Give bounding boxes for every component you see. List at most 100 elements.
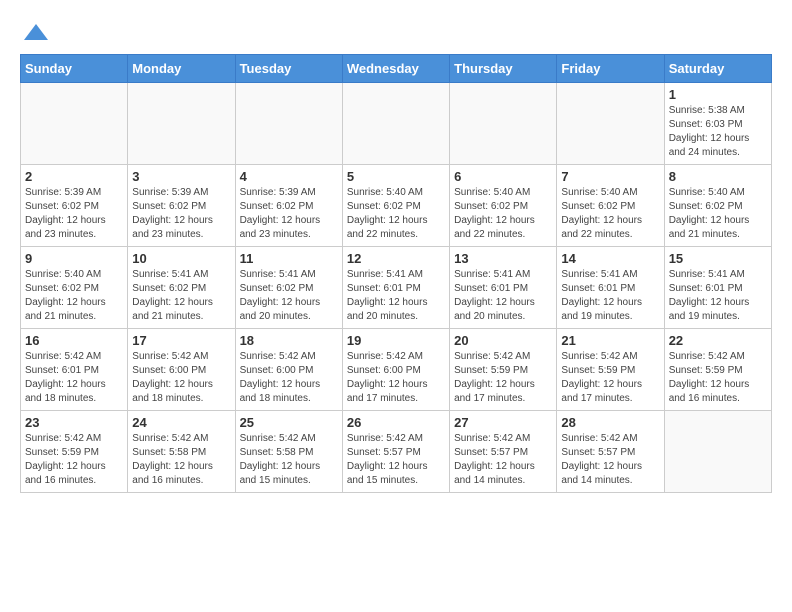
day-info: Sunrise: 5:41 AM Sunset: 6:01 PM Dayligh…: [669, 268, 767, 324]
day-info: Sunrise: 5:41 AM Sunset: 6:01 PM Dayligh…: [454, 268, 552, 324]
calendar-day-cell: 20 Sunrise: 5:42 AM Sunset: 5:59 PM Dayli…: [450, 329, 557, 411]
calendar-day-cell: 3 Sunrise: 5:39 AM Sunset: 6:02 PM Daylig…: [128, 165, 235, 247]
day-info: Sunrise: 5:42 AM Sunset: 5:57 PM Dayligh…: [454, 432, 552, 488]
day-info: Sunrise: 5:39 AM Sunset: 6:02 PM Dayligh…: [25, 186, 123, 242]
calendar-day-cell: 15 Sunrise: 5:41 AM Sunset: 6:01 PM Dayli…: [664, 247, 771, 329]
calendar-day-cell: 28 Sunrise: 5:42 AM Sunset: 5:57 PM Dayli…: [557, 411, 664, 493]
day-number: 2: [25, 169, 123, 184]
day-info: Sunrise: 5:39 AM Sunset: 6:02 PM Dayligh…: [132, 186, 230, 242]
calendar-day-cell: 24 Sunrise: 5:42 AM Sunset: 5:58 PM Dayli…: [128, 411, 235, 493]
calendar-day-cell: 9 Sunrise: 5:40 AM Sunset: 6:02 PM Daylig…: [21, 247, 128, 329]
calendar-day-cell: 19 Sunrise: 5:42 AM Sunset: 6:00 PM Dayli…: [342, 329, 449, 411]
calendar-day-cell: 26 Sunrise: 5:42 AM Sunset: 5:57 PM Dayli…: [342, 411, 449, 493]
calendar-week-row: 2 Sunrise: 5:39 AM Sunset: 6:02 PM Daylig…: [21, 165, 772, 247]
calendar-day-cell: 27 Sunrise: 5:42 AM Sunset: 5:57 PM Dayli…: [450, 411, 557, 493]
day-number: 1: [669, 87, 767, 102]
day-info: Sunrise: 5:41 AM Sunset: 6:01 PM Dayligh…: [347, 268, 445, 324]
day-number: 9: [25, 251, 123, 266]
day-info: Sunrise: 5:40 AM Sunset: 6:02 PM Dayligh…: [454, 186, 552, 242]
page-header: [20, 20, 772, 44]
calendar-day-cell: 4Sunrise: 5:39 AM Sunset: 6:02 PM Daylig…: [235, 165, 342, 247]
calendar-table: SundayMondayTuesdayWednesdayThursdayFrid…: [20, 54, 772, 493]
day-info: Sunrise: 5:39 AM Sunset: 6:02 PM Dayligh…: [240, 186, 338, 242]
calendar-day-cell: [21, 83, 128, 165]
day-info: Sunrise: 5:42 AM Sunset: 5:58 PM Dayligh…: [132, 432, 230, 488]
day-number: 27: [454, 415, 552, 430]
day-number: 16: [25, 333, 123, 348]
calendar-day-cell: [450, 83, 557, 165]
day-info: Sunrise: 5:42 AM Sunset: 6:01 PM Dayligh…: [25, 350, 123, 406]
day-info: Sunrise: 5:41 AM Sunset: 6:01 PM Dayligh…: [561, 268, 659, 324]
day-info: Sunrise: 5:42 AM Sunset: 5:59 PM Dayligh…: [454, 350, 552, 406]
day-info: Sunrise: 5:40 AM Sunset: 6:02 PM Dayligh…: [347, 186, 445, 242]
calendar-day-cell: 6 Sunrise: 5:40 AM Sunset: 6:02 PM Daylig…: [450, 165, 557, 247]
calendar-day-cell: [128, 83, 235, 165]
day-info: Sunrise: 5:41 AM Sunset: 6:02 PM Dayligh…: [240, 268, 338, 324]
day-info: Sunrise: 5:38 AM Sunset: 6:03 PM Dayligh…: [669, 104, 767, 160]
day-number: 7: [561, 169, 659, 184]
calendar-header-row: SundayMondayTuesdayWednesdayThursdayFrid…: [21, 55, 772, 83]
logo: [20, 20, 52, 44]
day-number: 10: [132, 251, 230, 266]
day-number: 13: [454, 251, 552, 266]
calendar-day-cell: [235, 83, 342, 165]
calendar-day-cell: [664, 411, 771, 493]
calendar-day-cell: 11Sunrise: 5:41 AM Sunset: 6:02 PM Dayli…: [235, 247, 342, 329]
calendar-day-cell: 13 Sunrise: 5:41 AM Sunset: 6:01 PM Dayli…: [450, 247, 557, 329]
day-info: Sunrise: 5:42 AM Sunset: 5:59 PM Dayligh…: [25, 432, 123, 488]
calendar-day-cell: 8Sunrise: 5:40 AM Sunset: 6:02 PM Daylig…: [664, 165, 771, 247]
day-number: 24: [132, 415, 230, 430]
day-info: Sunrise: 5:42 AM Sunset: 5:58 PM Dayligh…: [240, 432, 338, 488]
weekday-header: Tuesday: [235, 55, 342, 83]
calendar-day-cell: 2 Sunrise: 5:39 AM Sunset: 6:02 PM Daylig…: [21, 165, 128, 247]
calendar-day-cell: 14 Sunrise: 5:41 AM Sunset: 6:01 PM Dayli…: [557, 247, 664, 329]
day-info: Sunrise: 5:40 AM Sunset: 6:02 PM Dayligh…: [669, 186, 767, 242]
day-info: Sunrise: 5:42 AM Sunset: 6:00 PM Dayligh…: [132, 350, 230, 406]
day-number: 12: [347, 251, 445, 266]
calendar-week-row: 23 Sunrise: 5:42 AM Sunset: 5:59 PM Dayli…: [21, 411, 772, 493]
day-number: 19: [347, 333, 445, 348]
day-info: Sunrise: 5:41 AM Sunset: 6:02 PM Dayligh…: [132, 268, 230, 324]
day-number: 20: [454, 333, 552, 348]
day-number: 14: [561, 251, 659, 266]
day-number: 15: [669, 251, 767, 266]
weekday-header: Saturday: [664, 55, 771, 83]
day-number: 21: [561, 333, 659, 348]
weekday-header: Monday: [128, 55, 235, 83]
calendar-day-cell: [557, 83, 664, 165]
day-info: Sunrise: 5:42 AM Sunset: 5:57 PM Dayligh…: [561, 432, 659, 488]
logo-text: [20, 20, 52, 44]
day-number: 3: [132, 169, 230, 184]
day-number: 23: [25, 415, 123, 430]
day-info: Sunrise: 5:42 AM Sunset: 6:00 PM Dayligh…: [347, 350, 445, 406]
day-info: Sunrise: 5:40 AM Sunset: 6:02 PM Dayligh…: [25, 268, 123, 324]
calendar-week-row: 1 Sunrise: 5:38 AM Sunset: 6:03 PM Daylig…: [21, 83, 772, 165]
day-info: Sunrise: 5:42 AM Sunset: 5:59 PM Dayligh…: [561, 350, 659, 406]
day-number: 5: [347, 169, 445, 184]
calendar-day-cell: 12 Sunrise: 5:41 AM Sunset: 6:01 PM Dayli…: [342, 247, 449, 329]
calendar-day-cell: 7 Sunrise: 5:40 AM Sunset: 6:02 PM Daylig…: [557, 165, 664, 247]
calendar-day-cell: 1 Sunrise: 5:38 AM Sunset: 6:03 PM Daylig…: [664, 83, 771, 165]
day-number: 17: [132, 333, 230, 348]
calendar-day-cell: 18 Sunrise: 5:42 AM Sunset: 6:00 PM Dayli…: [235, 329, 342, 411]
calendar-week-row: 16 Sunrise: 5:42 AM Sunset: 6:01 PM Dayli…: [21, 329, 772, 411]
weekday-header: Friday: [557, 55, 664, 83]
calendar-day-cell: 16 Sunrise: 5:42 AM Sunset: 6:01 PM Dayli…: [21, 329, 128, 411]
calendar-day-cell: [342, 83, 449, 165]
day-number: 18: [240, 333, 338, 348]
calendar-day-cell: 21 Sunrise: 5:42 AM Sunset: 5:59 PM Dayli…: [557, 329, 664, 411]
day-number: 26: [347, 415, 445, 430]
day-info: Sunrise: 5:42 AM Sunset: 6:00 PM Dayligh…: [240, 350, 338, 406]
weekday-header: Thursday: [450, 55, 557, 83]
day-info: Sunrise: 5:40 AM Sunset: 6:02 PM Dayligh…: [561, 186, 659, 242]
calendar-day-cell: 22Sunrise: 5:42 AM Sunset: 5:59 PM Dayli…: [664, 329, 771, 411]
weekday-header: Wednesday: [342, 55, 449, 83]
day-info: Sunrise: 5:42 AM Sunset: 5:59 PM Dayligh…: [669, 350, 767, 406]
day-number: 25: [240, 415, 338, 430]
day-info: Sunrise: 5:42 AM Sunset: 5:57 PM Dayligh…: [347, 432, 445, 488]
calendar-day-cell: 17 Sunrise: 5:42 AM Sunset: 6:00 PM Dayli…: [128, 329, 235, 411]
weekday-header: Sunday: [21, 55, 128, 83]
day-number: 6: [454, 169, 552, 184]
calendar-day-cell: 23 Sunrise: 5:42 AM Sunset: 5:59 PM Dayli…: [21, 411, 128, 493]
day-number: 28: [561, 415, 659, 430]
